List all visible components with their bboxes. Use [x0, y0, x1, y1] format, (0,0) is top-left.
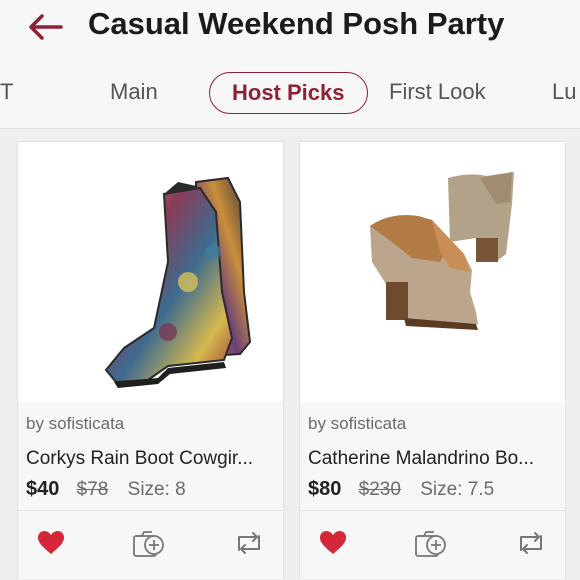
rain-boot-image: [104, 176, 252, 388]
share-button[interactable]: [232, 527, 266, 559]
add-to-bundle-icon: [415, 531, 446, 557]
listing-info: by sofisticata Corkys Rain Boot Cowgir..…: [18, 402, 283, 510]
add-to-bundle-button[interactable]: [132, 527, 166, 559]
add-to-bundle-icon: [133, 531, 164, 557]
page-title: Casual Weekend Posh Party: [88, 6, 505, 41]
header: Casual Weekend Posh Party: [0, 0, 580, 52]
listing-actions: [300, 510, 565, 579]
add-to-bundle-button[interactable]: [414, 527, 448, 559]
tab-host-picks[interactable]: Host Picks: [209, 72, 368, 114]
share-icon: [238, 532, 260, 554]
back-arrow-icon: [29, 14, 63, 40]
original-price: $78: [76, 479, 109, 500]
listing-actions: [18, 510, 283, 579]
listing-title[interactable]: Corkys Rain Boot Cowgir...: [26, 448, 278, 470]
listing-title[interactable]: Catherine Malandrino Bo...: [308, 448, 560, 470]
listing-size: Size: 8: [127, 479, 186, 500]
tab-bar: T Main Host Picks First Look Lu: [0, 52, 580, 129]
seller-name[interactable]: by sofisticata: [26, 414, 124, 434]
heart-icon: [320, 531, 346, 554]
back-button[interactable]: [26, 10, 66, 44]
listing-image[interactable]: [300, 142, 565, 402]
tab-next[interactable]: Lu: [552, 72, 576, 112]
share-button[interactable]: [514, 527, 548, 559]
share-icon: [520, 532, 542, 554]
price-row: $80 $230 Size: 7.5: [308, 478, 494, 501]
listing-price: $40: [26, 478, 60, 500]
listing-card[interactable]: by sofisticata Catherine Malandrino Bo..…: [299, 141, 566, 579]
tab-first-look[interactable]: First Look: [389, 72, 486, 112]
ankle-boots-image: [370, 172, 514, 330]
price-row: $40 $78 Size: 8: [26, 478, 186, 501]
tab-previous[interactable]: T: [0, 72, 13, 112]
original-price: $230: [358, 479, 401, 500]
heart-icon: [38, 531, 64, 554]
listing-price: $80: [308, 478, 342, 500]
seller-name[interactable]: by sofisticata: [308, 414, 406, 434]
tab-main[interactable]: Main: [110, 72, 158, 112]
like-button[interactable]: [34, 527, 68, 559]
listing-card[interactable]: by sofisticata Corkys Rain Boot Cowgir..…: [17, 141, 284, 579]
listing-grid: by sofisticata Corkys Rain Boot Cowgir..…: [0, 129, 580, 580]
listing-image[interactable]: [18, 142, 283, 402]
listing-size: Size: 7.5: [420, 479, 495, 500]
listing-info: by sofisticata Catherine Malandrino Bo..…: [300, 402, 565, 510]
like-button[interactable]: [316, 527, 350, 559]
